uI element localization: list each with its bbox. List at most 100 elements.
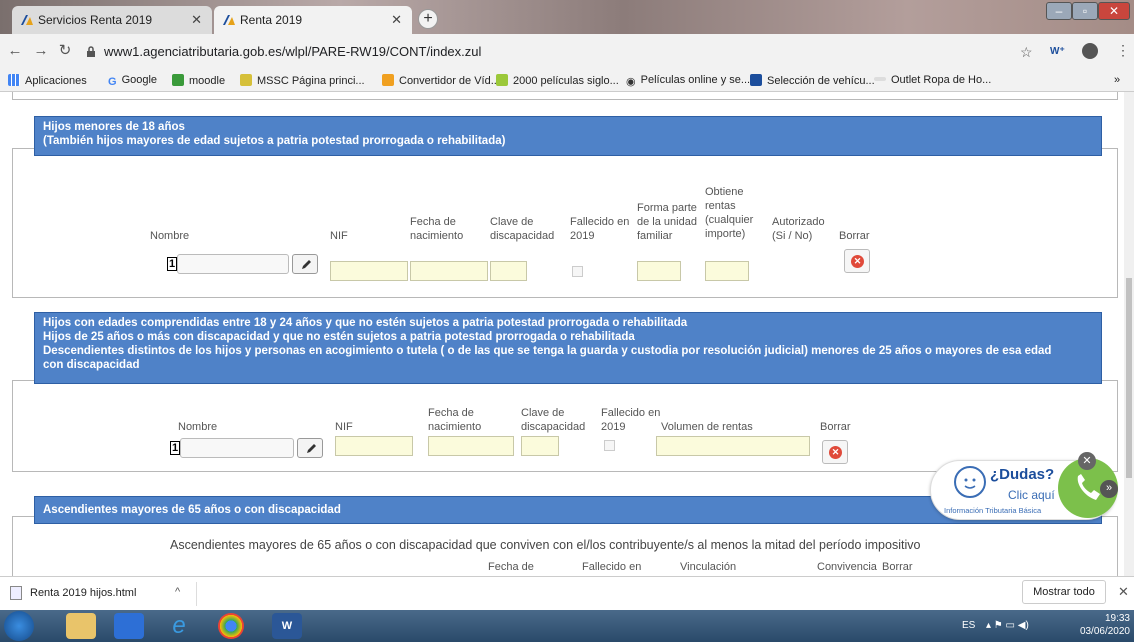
volumen-rentas-field[interactable]: [656, 436, 810, 456]
profile-icon[interactable]: [1082, 43, 1098, 59]
fallecido-checkbox[interactable]: [572, 266, 583, 277]
forma-parte-field[interactable]: [637, 261, 681, 281]
delete-row-button[interactable]: ✕: [844, 249, 870, 273]
close-downloads-icon[interactable]: ✕: [1118, 584, 1129, 600]
dudas-link[interactable]: Clic aquí: [1008, 488, 1055, 502]
back-icon[interactable]: ←: [6, 42, 24, 60]
bookmark-seleccion-vehiculo[interactable]: Selección de vehícu...: [750, 74, 875, 87]
dudas-caption: Información Tributaria Básica: [944, 506, 1042, 515]
delete-row-button[interactable]: ✕: [822, 440, 848, 464]
chrome-icon[interactable]: [218, 613, 244, 639]
bookmark-moodle[interactable]: moodle: [172, 74, 225, 87]
url-field[interactable]: www1.agenciatributaria.gob.es/wlpl/PARE-…: [104, 44, 481, 59]
start-button[interactable]: [4, 611, 34, 641]
menu-icon[interactable]: ⋮: [1116, 42, 1130, 59]
agencia-tributaria-icon: [21, 15, 33, 25]
dudas-title: ¿Dudas?: [990, 466, 1055, 483]
more-bookmarks-icon[interactable]: »: [1114, 74, 1120, 86]
clave-discapacidad-field[interactable]: [490, 261, 527, 281]
col-obtiene-rentas-label: Obtiene rentas (cualquier importe): [705, 186, 754, 240]
col-clave-label: Clave de discapacidad: [521, 407, 586, 433]
html-file-icon: [10, 586, 22, 600]
col-borrar-label: Borrar: [882, 561, 913, 573]
outlet-icon: [874, 77, 886, 81]
downloads-bar: [0, 576, 1134, 610]
moodle-icon: [172, 74, 184, 86]
section-hijos-menores-panel: [12, 148, 1118, 298]
google-icon: G: [108, 76, 117, 88]
internet-explorer-icon[interactable]: e: [164, 613, 194, 639]
show-all-button[interactable]: Mostrar todo: [1022, 580, 1106, 604]
nif-field[interactable]: [335, 436, 413, 456]
col-nombre-label: Nombre: [150, 230, 190, 242]
divider: [196, 582, 197, 606]
bookmark-mssc[interactable]: MSSC Página princi...: [240, 74, 365, 87]
bookmark-outlet-ropa[interactable]: Outlet Ropa de Ho...: [874, 74, 991, 86]
minimize-button[interactable]: –: [1046, 2, 1072, 20]
tab-servicios-renta[interactable]: Servicios Renta 2019 ✕: [12, 6, 212, 34]
edit-button[interactable]: [292, 254, 318, 274]
col-fallecido-label: Fallecido en 2019: [601, 407, 661, 433]
clock-time[interactable]: 19:33: [1094, 613, 1130, 624]
fecha-nacimiento-field[interactable]: [410, 261, 488, 281]
download-options-icon[interactable]: ^: [175, 586, 180, 598]
media-player-icon[interactable]: [114, 613, 144, 639]
col-fallecido-label: Fallecido en 2019: [570, 216, 630, 242]
bookmark-star-icon[interactable]: ☆: [1020, 44, 1033, 61]
row-index: 1: [167, 257, 177, 271]
clock-date[interactable]: 03/06/2020: [1070, 626, 1130, 637]
word-icon[interactable]: W: [272, 613, 302, 639]
bookmark-peliculas-online[interactable]: ◉ Películas online y se...: [626, 74, 750, 88]
vertical-scrollbar[interactable]: [1124, 92, 1134, 576]
col-fallecido-label: Fallecido en: [582, 561, 642, 573]
col-autorizado-label: Autorizado (Si / No): [772, 216, 825, 242]
close-widget-icon[interactable]: ✕: [1078, 452, 1096, 470]
nombre-field[interactable]: [180, 438, 294, 458]
tab-label: Servicios Renta 2019: [38, 13, 153, 27]
delete-icon: ✕: [851, 255, 864, 268]
pencil-icon: [302, 260, 311, 269]
bookmark-convertidor[interactable]: Convertidor de Víd...: [382, 74, 500, 87]
nombre-field[interactable]: [177, 254, 289, 274]
scrollbar-thumb[interactable]: [1126, 278, 1132, 478]
maximize-button[interactable]: ▫: [1072, 2, 1098, 20]
obtiene-rentas-field[interactable]: [705, 261, 749, 281]
close-tab-icon[interactable]: ✕: [191, 6, 202, 34]
col-fecha-label: Fecha de: [488, 561, 534, 573]
language-indicator[interactable]: ES: [962, 620, 975, 631]
agencia-tributaria-icon: [223, 15, 235, 25]
tab-renta-2019[interactable]: Renta 2019 ✕: [214, 6, 412, 34]
file-explorer-icon[interactable]: [66, 613, 96, 639]
ascendientes-subtitle: Ascendientes mayores de 65 años o con di…: [170, 538, 921, 552]
delete-icon: ✕: [829, 446, 842, 459]
section-hijos-menores-header: Hijos menores de 18 años (También hijos …: [34, 116, 1102, 156]
col-clave-label: Clave de discapacidad: [490, 216, 555, 242]
bookmark-aplicaciones[interactable]: Aplicaciones: [8, 74, 87, 87]
reload-icon[interactable]: ↻: [56, 42, 74, 60]
tab-label: Renta 2019: [240, 13, 303, 27]
col-forma-parte-label: Forma parte de la unidad familiar: [637, 202, 697, 242]
nif-field[interactable]: [330, 261, 408, 281]
tray-icons[interactable]: ▴ ⚑ ▭ ◀): [986, 620, 1029, 631]
bookmark-google[interactable]: G Google: [108, 74, 157, 88]
pencil-icon: [307, 444, 316, 453]
previous-panel-bottom: [12, 92, 1118, 100]
bookmark-2000-peliculas[interactable]: 2000 películas siglo...: [496, 74, 619, 87]
close-window-button[interactable]: ✕: [1098, 2, 1130, 20]
close-tab-icon[interactable]: ✕: [391, 6, 402, 34]
expand-widget-icon[interactable]: »: [1100, 480, 1118, 498]
extension-icon[interactable]: W⁺: [1050, 46, 1065, 57]
clave-discapacidad-field[interactable]: [521, 436, 559, 456]
section-hijos-18-24-header: Hijos con edades comprendidas entre 18 y…: [34, 312, 1102, 384]
edit-button[interactable]: [297, 438, 323, 458]
download-file-name[interactable]: Renta 2019 hijos.html: [30, 587, 136, 599]
col-volumen-label: Volumen de rentas: [661, 421, 753, 433]
eye-icon: ◉: [626, 76, 636, 88]
fallecido-checkbox[interactable]: [604, 440, 615, 451]
lock-icon: [86, 46, 96, 57]
new-tab-button[interactable]: +: [418, 9, 438, 29]
col-vinculacion-label: Vinculación: [680, 561, 737, 573]
fecha-nacimiento-field[interactable]: [428, 436, 514, 456]
forward-icon[interactable]: →: [32, 42, 50, 60]
peliculas-icon: [496, 74, 508, 86]
